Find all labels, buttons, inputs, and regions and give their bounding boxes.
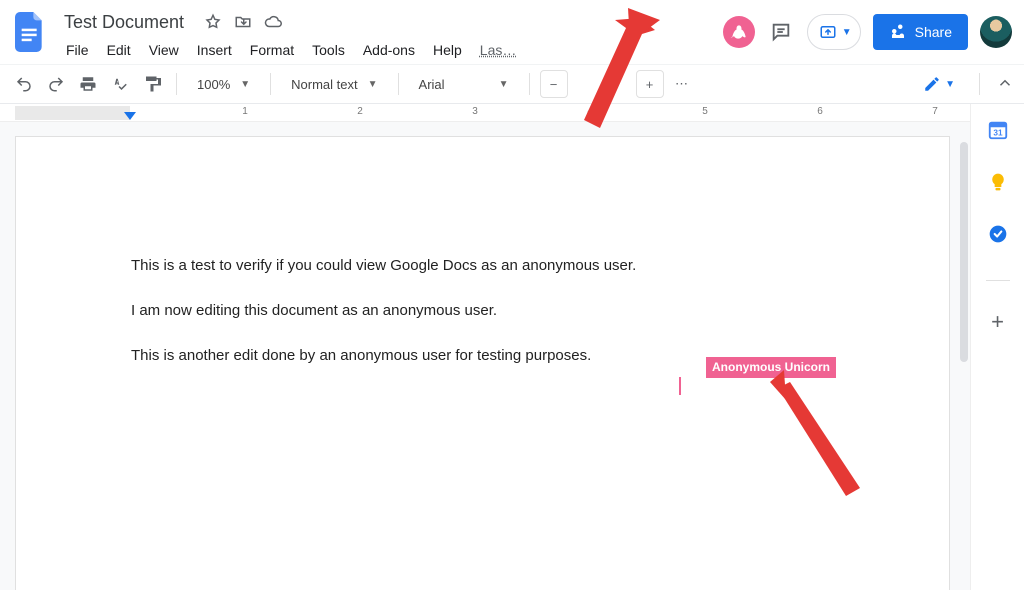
editing-mode-button[interactable]: ▼ (915, 71, 963, 97)
undo-button[interactable] (10, 70, 38, 98)
menu-view[interactable]: View (141, 38, 187, 62)
star-icon[interactable] (204, 13, 222, 31)
side-panel: 31 + (970, 104, 1024, 590)
open-comments-icon[interactable] (767, 18, 795, 46)
menu-last-edit[interactable]: Las… (472, 38, 525, 62)
ruler-number: 7 (932, 106, 938, 117)
caret-down-icon: ▼ (842, 27, 852, 38)
menu-edit[interactable]: Edit (99, 38, 139, 62)
ruler-number: 2 (357, 106, 363, 117)
present-button[interactable]: ▼ (807, 14, 861, 50)
menu-tools[interactable]: Tools (304, 38, 353, 62)
menu-format[interactable]: Format (242, 38, 302, 62)
calendar-addon-icon[interactable]: 31 (986, 118, 1010, 142)
menu-file[interactable]: File (58, 38, 97, 62)
share-button[interactable]: Share (873, 14, 968, 50)
separator (979, 73, 980, 95)
separator (986, 280, 1010, 281)
toolbar: 100% ▼ Normal text ▼ Arial ▼ − + ⋯ ▼ (0, 64, 1024, 104)
keep-addon-icon[interactable] (986, 170, 1010, 194)
get-addons-button[interactable]: + (991, 309, 1004, 335)
style-value: Normal text (291, 77, 357, 92)
document-title[interactable]: Test Document (58, 12, 190, 33)
tasks-addon-icon[interactable] (986, 222, 1010, 246)
paragraph-style-select[interactable]: Normal text ▼ (281, 70, 387, 98)
ruler-number: 3 (472, 106, 478, 117)
scrollbar-thumb[interactable] (960, 142, 968, 362)
svg-text:31: 31 (993, 129, 1003, 138)
hide-menus-button[interactable] (996, 74, 1014, 95)
caret-down-icon: ▼ (499, 79, 509, 90)
redo-button[interactable] (42, 70, 70, 98)
separator (398, 73, 399, 95)
menu-insert[interactable]: Insert (189, 38, 240, 62)
zoom-value: 100% (197, 77, 230, 92)
ruler-number: 6 (817, 106, 823, 117)
font-size-decrease[interactable]: − (540, 70, 568, 98)
cloud-status-icon[interactable] (264, 13, 282, 31)
paragraph[interactable]: This is a test to verify if you could vi… (131, 255, 854, 276)
menu-help[interactable]: Help (425, 38, 470, 62)
zoom-select[interactable]: 100% ▼ (187, 70, 260, 98)
ruler-number: 4 (587, 106, 593, 117)
indent-marker[interactable] (124, 112, 136, 120)
caret-down-icon: ▼ (945, 79, 955, 90)
document-page[interactable]: This is a test to verify if you could vi… (15, 136, 950, 590)
ruler-number: 1 (242, 106, 248, 117)
more-toolbar-button[interactable]: ⋯ (668, 70, 696, 98)
font-select[interactable]: Arial ▼ (409, 70, 519, 98)
share-label: Share (915, 24, 952, 40)
ruler-margin (15, 106, 130, 120)
separator (176, 73, 177, 95)
anonymous-user-avatar[interactable] (723, 16, 755, 48)
paragraph[interactable]: I am now editing this document as an ano… (131, 300, 854, 321)
caret-down-icon: ▼ (240, 79, 250, 90)
print-button[interactable] (74, 70, 102, 98)
collaborator-label: Anonymous Unicorn (706, 357, 836, 378)
separator (529, 73, 530, 95)
move-icon[interactable] (234, 13, 252, 31)
docs-logo[interactable] (12, 8, 48, 56)
font-value: Arial (419, 77, 445, 92)
ruler-number: 5 (702, 106, 708, 117)
font-size-increase[interactable]: + (636, 70, 664, 98)
collaborator-cursor (679, 377, 681, 395)
account-avatar[interactable] (980, 16, 1012, 48)
horizontal-ruler[interactable]: 1 2 3 4 5 6 7 (0, 104, 970, 122)
paint-format-button[interactable] (138, 70, 166, 98)
menu-addons[interactable]: Add-ons (355, 38, 423, 62)
caret-down-icon: ▼ (368, 79, 378, 90)
document-canvas[interactable]: This is a test to verify if you could vi… (0, 122, 970, 590)
separator (270, 73, 271, 95)
spellcheck-button[interactable] (106, 70, 134, 98)
